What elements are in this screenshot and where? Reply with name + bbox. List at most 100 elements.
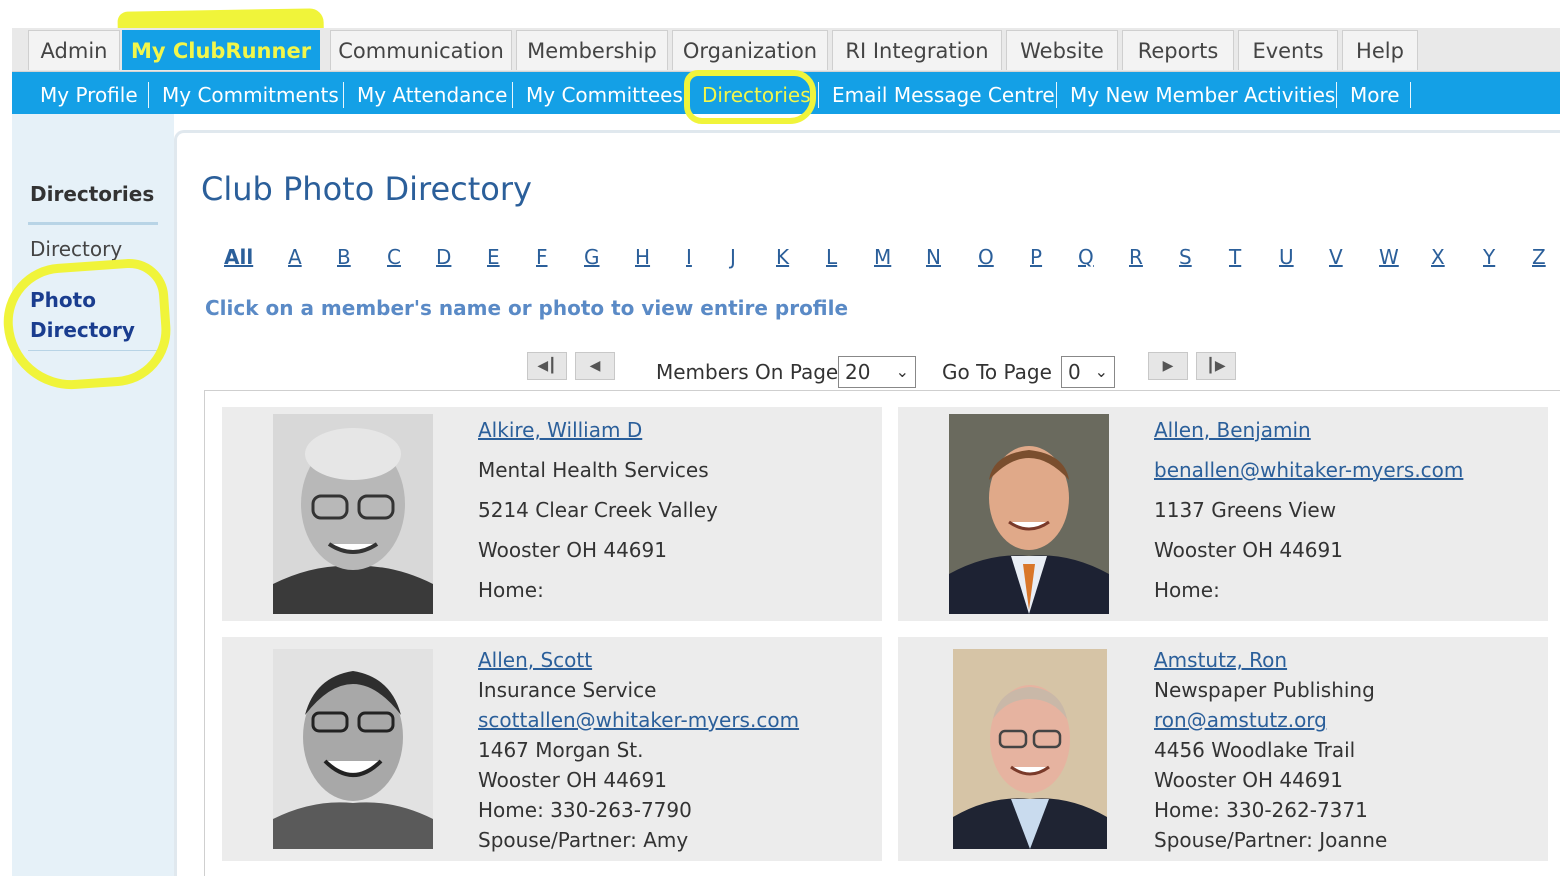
subnav-my-new-member-activities[interactable]: My New Member Activities (1070, 72, 1335, 114)
alpha-link[interactable]: H (635, 245, 650, 269)
member-detail: Newspaper Publishing (1154, 678, 1375, 702)
next-page-button[interactable]: ▶ (1148, 352, 1188, 380)
go-to-page-select[interactable]: 0 ⌄ (1061, 356, 1115, 388)
alpha-link[interactable]: N (926, 245, 941, 269)
member-address: 1467 Morgan St. (478, 738, 644, 762)
member-detail: Insurance Service (478, 678, 657, 702)
alpha-link[interactable]: O (978, 245, 994, 269)
alpha-link[interactable]: E (487, 245, 500, 269)
alpha-link[interactable]: Z (1532, 245, 1546, 269)
prev-page-button[interactable]: ◀ (575, 352, 615, 380)
subnav-divider (512, 82, 513, 108)
alpha-link[interactable]: U (1279, 245, 1294, 269)
member-name-link[interactable]: Alkire, William D (478, 418, 642, 442)
member-home-phone: Home: 330-263-7790 (478, 798, 692, 822)
alpha-link[interactable]: S (1179, 245, 1192, 269)
last-page-icon: ┃▶ (1206, 358, 1226, 374)
alphabet-filter: All A B C D E F G H I J K L M N O P Q R … (204, 245, 1560, 275)
alpha-link[interactable]: C (387, 245, 401, 269)
alpha-link[interactable]: I (686, 245, 692, 269)
alpha-link[interactable]: V (1329, 245, 1343, 269)
sidebar (12, 114, 174, 876)
member-home-phone: Home: (478, 578, 544, 602)
member-spouse: Spouse/Partner: Amy (478, 828, 689, 852)
subnav-divider (1410, 82, 1411, 108)
member-spouse: Spouse/Partner: Joanne (1154, 828, 1388, 852)
member-email-link[interactable]: benallen@whitaker-myers.com (1154, 458, 1463, 482)
tab-help[interactable]: Help (1342, 30, 1418, 70)
top-tab-bar: Admin My ClubRunner Communication Member… (12, 28, 1560, 72)
member-city: Wooster OH 44691 (1154, 538, 1343, 562)
member-city: Wooster OH 44691 (478, 768, 667, 792)
go-to-page-value: 0 (1068, 360, 1081, 384)
member-photo[interactable] (953, 649, 1107, 849)
member-email-link[interactable]: ron@amstutz.org (1154, 708, 1327, 732)
tab-admin[interactable]: Admin (28, 30, 120, 70)
tab-ri-integration[interactable]: RI Integration (832, 30, 1002, 70)
tab-communication[interactable]: Communication (330, 30, 512, 70)
tab-membership[interactable]: Membership (516, 30, 668, 70)
subnav-my-attendance[interactable]: My Attendance (357, 72, 507, 114)
member-name-link[interactable]: Allen, Benjamin (1154, 418, 1311, 442)
alpha-link[interactable]: P (1030, 245, 1042, 269)
members-on-page-label: Members On Page (656, 360, 839, 384)
first-page-icon: ◀┃ (537, 358, 557, 374)
alpha-link[interactable]: D (436, 245, 451, 269)
last-page-button[interactable]: ┃▶ (1196, 352, 1236, 380)
instruction-text: Click on a member's name or photo to vie… (205, 296, 849, 320)
highlight-mark-directories (684, 70, 816, 124)
alpha-link[interactable]: X (1431, 245, 1445, 269)
tab-reports[interactable]: Reports (1122, 30, 1234, 70)
member-address: 5214 Clear Creek Valley (478, 498, 718, 522)
member-home-phone: Home: 330-262-7371 (1154, 798, 1368, 822)
chevron-down-icon: ⌄ (1094, 362, 1108, 381)
alpha-link[interactable]: K (776, 245, 789, 269)
alpha-link[interactable]: G (584, 245, 600, 269)
alpha-link[interactable]: M (874, 245, 891, 269)
alpha-link[interactable]: A (288, 245, 302, 269)
tab-organization[interactable]: Organization (672, 30, 828, 70)
member-detail: Mental Health Services (478, 458, 709, 482)
next-page-icon: ▶ (1162, 358, 1174, 374)
alpha-link[interactable]: F (536, 245, 548, 269)
member-email-link[interactable]: scottallen@whitaker-myers.com (478, 708, 799, 732)
go-to-page-label: Go To Page (942, 360, 1052, 384)
alpha-link[interactable]: Q (1078, 245, 1094, 269)
member-home-phone: Home: (1154, 578, 1220, 602)
tab-events[interactable]: Events (1238, 30, 1338, 70)
alpha-link[interactable]: Y (1483, 245, 1495, 269)
members-on-page-select[interactable]: 20 ⌄ (838, 356, 916, 388)
member-photo[interactable] (273, 649, 433, 849)
subnav-my-committees[interactable]: My Committees (526, 72, 683, 114)
member-city: Wooster OH 44691 (1154, 768, 1343, 792)
alpha-link[interactable]: B (337, 245, 351, 269)
member-photo[interactable] (949, 414, 1109, 614)
members-on-page-value: 20 (845, 360, 871, 384)
subnav-more[interactable]: More (1350, 72, 1400, 114)
alpha-link[interactable]: R (1129, 245, 1143, 269)
subnav-divider (343, 82, 344, 108)
subnav-my-commitments[interactable]: My Commitments (162, 72, 339, 114)
chevron-down-icon: ⌄ (895, 362, 909, 381)
subnav-email-message-centre[interactable]: Email Message Centre (832, 72, 1055, 114)
sidebar-title: Directories (30, 182, 155, 206)
alpha-link[interactable]: L (826, 245, 837, 269)
subnav-divider (1056, 82, 1057, 108)
subnav-divider (818, 82, 819, 108)
member-address: 1137 Greens View (1154, 498, 1337, 522)
page-title: Club Photo Directory (201, 170, 532, 208)
member-name-link[interactable]: Allen, Scott (478, 648, 592, 672)
member-photo[interactable] (273, 414, 433, 614)
first-page-button[interactable]: ◀┃ (527, 352, 567, 380)
sidebar-item-directory[interactable]: Directory (30, 237, 122, 261)
alpha-link[interactable]: J (730, 245, 736, 269)
alpha-link[interactable]: T (1229, 245, 1241, 269)
subnav-my-profile[interactable]: My Profile (40, 72, 138, 114)
alpha-link[interactable]: W (1379, 245, 1399, 269)
tab-website[interactable]: Website (1006, 30, 1118, 70)
subnav-divider (1336, 82, 1337, 108)
alpha-link-all[interactable]: All (224, 245, 253, 269)
tab-my-clubrunner[interactable]: My ClubRunner (122, 30, 320, 70)
sidebar-divider (28, 222, 158, 225)
member-name-link[interactable]: Amstutz, Ron (1154, 648, 1287, 672)
